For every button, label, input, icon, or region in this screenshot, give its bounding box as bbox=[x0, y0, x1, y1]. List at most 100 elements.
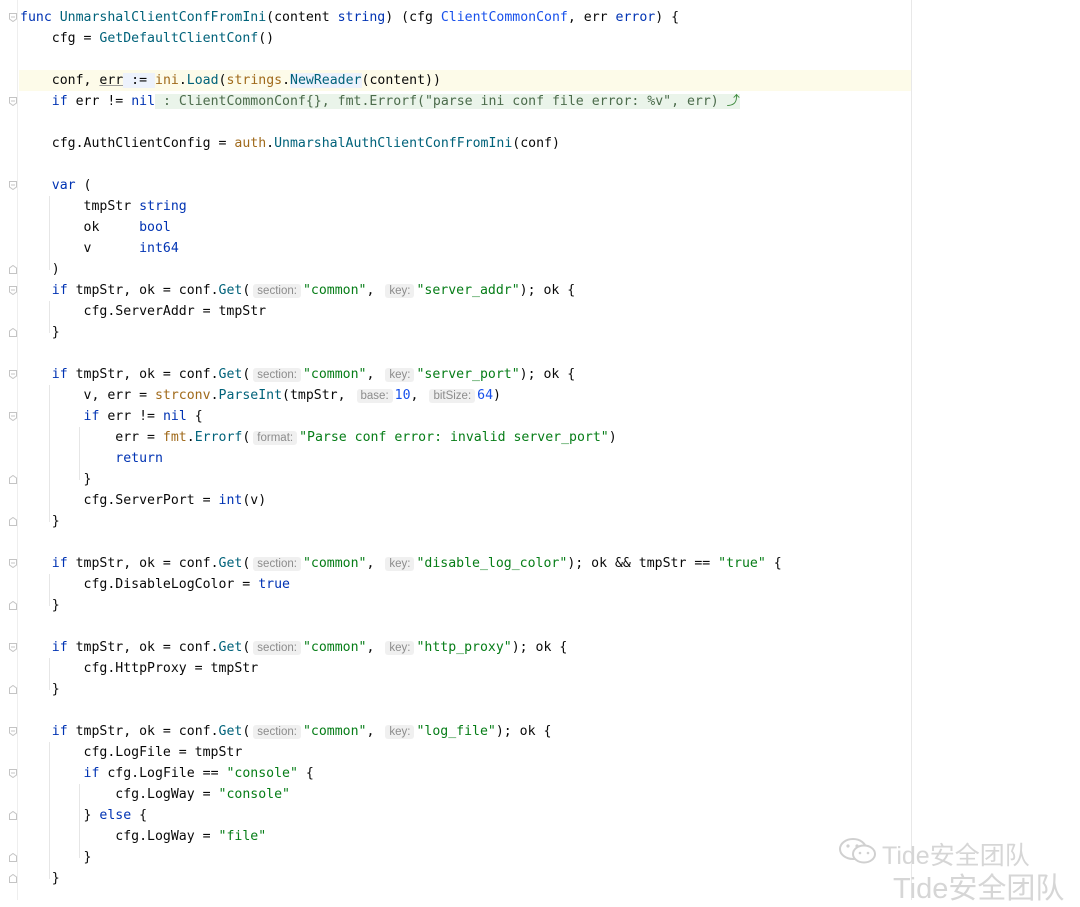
code-token: "common" bbox=[302, 367, 367, 382]
code-token: if bbox=[83, 766, 100, 781]
code-line[interactable]: } else { bbox=[20, 805, 148, 826]
code-token: ); ok { bbox=[519, 283, 576, 298]
fold-collapse-icon[interactable] bbox=[9, 727, 17, 736]
code-line[interactable]: cfg.ServerAddr = tmpStr bbox=[20, 301, 267, 322]
code-token: ( bbox=[242, 430, 251, 445]
code-token: tmpStr, ok = conf. bbox=[67, 556, 219, 571]
code-token: } bbox=[20, 871, 60, 886]
code-line[interactable]: } bbox=[20, 322, 60, 343]
code-line[interactable]: err = fmt.Errorf(format: "Parse conf erro… bbox=[20, 427, 617, 448]
fold-end-icon[interactable] bbox=[9, 853, 17, 862]
code-token: { bbox=[186, 409, 203, 424]
folded-code[interactable]: : ClientCommonConf{}, fmt.Errorf("parse … bbox=[155, 94, 727, 109]
code-line[interactable]: if err != nil : ClientCommonConf{}, fmt.… bbox=[20, 91, 740, 112]
code-token: err != bbox=[67, 94, 132, 109]
code-line[interactable]: v int64 bbox=[20, 238, 179, 259]
fold-collapse-icon[interactable] bbox=[9, 181, 17, 190]
code-token: ok bbox=[20, 220, 140, 235]
fold-end-icon[interactable] bbox=[9, 874, 17, 883]
fold-collapse-icon[interactable] bbox=[9, 286, 17, 295]
parameter-hint: base: bbox=[356, 389, 393, 403]
code-line[interactable]: cfg.LogWay = "console" bbox=[20, 784, 290, 805]
fold-end-icon[interactable] bbox=[9, 811, 17, 820]
fold-end-icon[interactable] bbox=[9, 517, 17, 526]
code-token: UnmarshalAuthClientConfFromIni bbox=[274, 136, 513, 151]
code-token: Errorf bbox=[194, 430, 243, 445]
code-token: err = bbox=[20, 430, 163, 445]
fold-collapse-icon[interactable] bbox=[9, 97, 17, 106]
code-token: ( bbox=[242, 724, 251, 739]
fold-end-icon[interactable] bbox=[9, 328, 17, 337]
code-line[interactable]: cfg.AuthClientConfig = auth.UnmarshalAut… bbox=[20, 133, 560, 154]
code-token: 10 bbox=[394, 388, 411, 403]
code-line[interactable]: return bbox=[20, 448, 163, 469]
parameter-hint: key: bbox=[385, 557, 415, 571]
code-token: "file" bbox=[218, 829, 267, 844]
code-token: } bbox=[20, 808, 100, 823]
code-token: nil bbox=[131, 94, 156, 109]
fold-end-icon[interactable] bbox=[9, 475, 17, 484]
code-line[interactable]: tmpStr string bbox=[20, 196, 187, 217]
code-line[interactable]: cfg.HttpProxy = tmpStr bbox=[20, 658, 259, 679]
code-token: ) { bbox=[655, 10, 680, 25]
fold-collapse-icon[interactable] bbox=[9, 370, 17, 379]
parameter-hint: section: bbox=[253, 557, 301, 571]
fold-collapse-icon[interactable] bbox=[9, 643, 17, 652]
code-editor[interactable]: func UnmarshalClientConfFromIni(content … bbox=[0, 0, 1080, 905]
code-token: tmpStr, ok = conf. bbox=[67, 283, 219, 298]
code-token: tmpStr, ok = conf. bbox=[67, 640, 219, 655]
code-token: UnmarshalClientConfFromIni bbox=[59, 10, 267, 25]
code-line[interactable]: cfg.ServerPort = int(v) bbox=[20, 490, 267, 511]
code-line[interactable]: if cfg.LogFile == "console" { bbox=[20, 763, 314, 784]
fold-end-icon[interactable] bbox=[9, 265, 17, 274]
code-token: cfg.ServerAddr = tmpStr bbox=[20, 304, 267, 319]
code-line[interactable]: v, err = strconv.ParseInt(tmpStr, base: 1… bbox=[20, 385, 501, 406]
code-line[interactable]: cfg.DisableLogColor = true bbox=[20, 574, 290, 595]
code-line[interactable]: if tmpStr, ok = conf.Get(section: "common… bbox=[20, 364, 575, 385]
code-line[interactable]: } bbox=[20, 868, 60, 889]
code-line[interactable]: ) bbox=[20, 259, 60, 280]
code-token: tmpStr, ok = conf. bbox=[67, 724, 219, 739]
code-line[interactable]: if err != nil { bbox=[20, 406, 203, 427]
code-token: func bbox=[20, 10, 60, 25]
code-line[interactable]: if tmpStr, ok = conf.Get(section: "common… bbox=[20, 637, 567, 658]
code-line[interactable]: cfg.LogWay = "file" bbox=[20, 826, 266, 847]
code-token: GetDefaultClientConf bbox=[99, 31, 259, 46]
code-token: "http_proxy" bbox=[416, 640, 512, 655]
fold-end-icon[interactable] bbox=[9, 685, 17, 694]
code-line[interactable]: var ( bbox=[20, 175, 92, 196]
code-line[interactable]: if tmpStr, ok = conf.Get(section: "common… bbox=[20, 553, 782, 574]
code-token: cfg.LogWay = bbox=[20, 829, 219, 844]
code-line[interactable]: cfg.LogFile = tmpStr bbox=[20, 742, 243, 763]
parameter-hint: key: bbox=[385, 725, 415, 739]
code-token: "common" bbox=[302, 724, 367, 739]
code-line[interactable]: if tmpStr, ok = conf.Get(section: "common… bbox=[20, 280, 575, 301]
fold-collapse-icon[interactable] bbox=[9, 412, 17, 421]
fold-collapse-icon[interactable] bbox=[9, 559, 17, 568]
code-line[interactable]: ok bool bbox=[20, 217, 171, 238]
code-line[interactable]: conf, err := ini.Load(strings.NewReader(… bbox=[20, 70, 441, 91]
fold-collapse-icon[interactable] bbox=[9, 769, 17, 778]
code-line[interactable]: } bbox=[20, 679, 60, 700]
fold-collapse-icon[interactable] bbox=[9, 13, 17, 22]
code-token: (content bbox=[266, 10, 338, 25]
code-line[interactable]: } bbox=[20, 511, 60, 532]
code-line[interactable]: func UnmarshalClientConfFromIni(content … bbox=[20, 7, 679, 28]
code-line[interactable]: } bbox=[20, 469, 92, 490]
code-token: "server_port" bbox=[416, 367, 520, 382]
code-line[interactable]: cfg = GetDefaultClientConf() bbox=[20, 28, 274, 49]
code-line[interactable]: if tmpStr, ok = conf.Get(section: "common… bbox=[20, 721, 551, 742]
code-token: string bbox=[139, 199, 187, 214]
fold-end-icon[interactable] bbox=[9, 601, 17, 610]
code-token: ); ok { bbox=[519, 367, 576, 382]
code-line[interactable]: } bbox=[20, 595, 60, 616]
code-token: auth bbox=[234, 136, 267, 151]
code-line[interactable]: } bbox=[20, 847, 92, 868]
code-token: ini bbox=[155, 73, 179, 88]
